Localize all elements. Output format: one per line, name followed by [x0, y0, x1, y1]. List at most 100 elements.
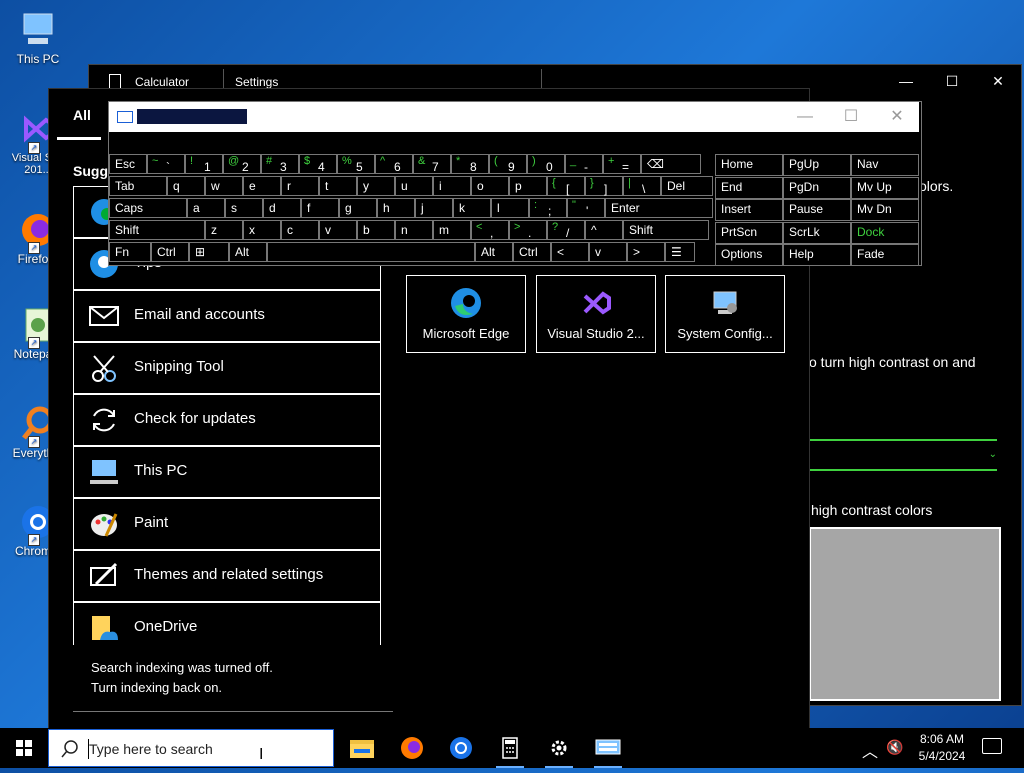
- osk-maximize-button[interactable]: ☐: [831, 106, 871, 128]
- taskbar-chrome[interactable]: [441, 732, 481, 764]
- osk-nav-key[interactable]: Nav: [851, 154, 919, 176]
- osk-key[interactable]: Tab: [109, 176, 167, 196]
- taskbar-settings[interactable]: [539, 732, 579, 768]
- osk-key[interactable]: o: [471, 176, 509, 196]
- osk-key[interactable]: >: [627, 242, 665, 262]
- notification-icon[interactable]: [982, 738, 1002, 754]
- list-item-onedrive[interactable]: OneDrive: [73, 602, 381, 645]
- osk-key[interactable]: _ -: [565, 154, 603, 174]
- osk-key[interactable]: p: [509, 176, 547, 196]
- osk-key[interactable]: Shift: [109, 220, 205, 240]
- osk-nav-key[interactable]: Options: [715, 244, 783, 266]
- osk-key[interactable]: ⌫: [641, 154, 701, 174]
- indexing-on-link[interactable]: Turn indexing back on.: [91, 680, 222, 695]
- desktop-icon-this-pc[interactable]: This PC: [4, 10, 72, 66]
- osk-key[interactable]: Fn: [109, 242, 151, 262]
- taskbar-clock[interactable]: 8:06 AM 5/4/2024: [912, 731, 972, 765]
- osk-key[interactable]: (9: [489, 154, 527, 174]
- osk-nav-key[interactable]: End: [715, 176, 783, 199]
- osk-key[interactable]: v: [319, 220, 357, 240]
- osk-nav-key[interactable]: PgDn: [783, 176, 851, 199]
- osk-key[interactable]: ⊞: [189, 242, 229, 262]
- list-item-this-pc[interactable]: This PC: [73, 446, 381, 498]
- osk-key[interactable]: Ctrl: [513, 242, 551, 262]
- osk-nav-key[interactable]: Insert: [715, 199, 783, 221]
- osk-nav-key[interactable]: ScrLk: [783, 221, 851, 244]
- osk-key[interactable]: Del: [661, 176, 713, 196]
- osk-key[interactable]: s: [225, 198, 263, 218]
- osk-key[interactable]: e: [243, 176, 281, 196]
- osk-key[interactable]: }]: [585, 176, 623, 196]
- osk-key[interactable]: w: [205, 176, 243, 196]
- list-item-paint[interactable]: Paint: [73, 498, 381, 550]
- osk-key[interactable]: q: [167, 176, 205, 196]
- osk-key[interactable]: ! 1: [185, 154, 223, 174]
- osk-minimize-button[interactable]: —: [785, 106, 825, 128]
- osk-key[interactable]: t: [319, 176, 357, 196]
- osk-key[interactable]: #3: [261, 154, 299, 174]
- osk-key[interactable]: {[: [547, 176, 585, 196]
- osk-nav-key[interactable]: Fade: [851, 244, 919, 266]
- taskbar-search-box[interactable]: Type here to search I: [48, 729, 334, 767]
- osk-key[interactable]: <,: [471, 220, 509, 240]
- osk-key[interactable]: ? /: [547, 220, 585, 240]
- tile-visual-studio[interactable]: Visual Studio 2...: [536, 275, 656, 353]
- osk-key[interactable]: * 8: [451, 154, 489, 174]
- osk-key[interactable]: ~ `: [147, 154, 185, 174]
- start-button[interactable]: [0, 728, 48, 768]
- taskbar-calculator[interactable]: [490, 732, 530, 768]
- osk-key[interactable]: v: [589, 242, 627, 262]
- osk-key[interactable]: Alt: [229, 242, 267, 262]
- osk-close-button[interactable]: ✕: [877, 106, 917, 128]
- osk-key[interactable]: ☰: [665, 242, 695, 262]
- osk-key[interactable]: @2: [223, 154, 261, 174]
- tile-microsoft-edge[interactable]: Microsoft Edge: [406, 275, 526, 353]
- osk-nav-key[interactable]: PgUp: [783, 154, 851, 176]
- osk-key[interactable]: Enter: [605, 198, 713, 218]
- osk-key[interactable]: i: [433, 176, 471, 196]
- taskbar-on-screen-keyboard[interactable]: [588, 732, 628, 768]
- osk-key[interactable]: b: [357, 220, 395, 240]
- osk-key[interactable]: :;: [529, 198, 567, 218]
- osk-nav-key[interactable]: Pause: [783, 199, 851, 221]
- osk-key[interactable]: c: [281, 220, 319, 240]
- close-button[interactable]: ✕: [975, 69, 1021, 93]
- osk-key[interactable]: u: [395, 176, 433, 196]
- osk-key[interactable]: j: [415, 198, 453, 218]
- osk-key[interactable]: ) 0: [527, 154, 565, 174]
- osk-key[interactable]: h: [377, 198, 415, 218]
- osk-key[interactable]: % 5: [337, 154, 375, 174]
- osk-key[interactable]: y: [357, 176, 395, 196]
- tile-system-config[interactable]: System Config...: [665, 275, 785, 353]
- osk-nav-key[interactable]: Mv Up: [851, 176, 919, 199]
- osk-key[interactable]: " ': [567, 198, 605, 218]
- maximize-button[interactable]: ☐: [929, 69, 975, 93]
- osk-nav-key[interactable]: Dock: [851, 221, 919, 244]
- osk-nav-key[interactable]: Help: [783, 244, 851, 266]
- osk-key[interactable]: Shift: [623, 220, 709, 240]
- osk-key[interactable]: r: [281, 176, 319, 196]
- osk-key[interactable]: m: [433, 220, 471, 240]
- list-item-check-updates[interactable]: Check for updates: [73, 394, 381, 446]
- osk-key[interactable]: | \: [623, 176, 661, 196]
- osk-key[interactable]: g: [339, 198, 377, 218]
- osk-key[interactable]: Caps: [109, 198, 187, 218]
- osk-key[interactable]: d: [263, 198, 301, 218]
- osk-nav-key[interactable]: PrtScn: [715, 221, 783, 244]
- osk-key[interactable]: [267, 242, 475, 262]
- osk-key[interactable]: x: [243, 220, 281, 240]
- osk-key[interactable]: $4: [299, 154, 337, 174]
- minimize-button[interactable]: —: [883, 69, 929, 93]
- osk-nav-key[interactable]: Home: [715, 154, 783, 176]
- osk-key[interactable]: ^ 6: [375, 154, 413, 174]
- osk-key[interactable]: Alt: [475, 242, 513, 262]
- volume-muted-icon[interactable]: 🔇: [886, 739, 903, 756]
- osk-key[interactable]: >.: [509, 220, 547, 240]
- osk-key[interactable]: a: [187, 198, 225, 218]
- osk-key[interactable]: <: [551, 242, 589, 262]
- osk-key[interactable]: Ctrl: [151, 242, 189, 262]
- osk-key[interactable]: l: [491, 198, 529, 218]
- list-item-email[interactable]: Email and accounts: [73, 290, 381, 342]
- osk-key[interactable]: k: [453, 198, 491, 218]
- osk-key[interactable]: n: [395, 220, 433, 240]
